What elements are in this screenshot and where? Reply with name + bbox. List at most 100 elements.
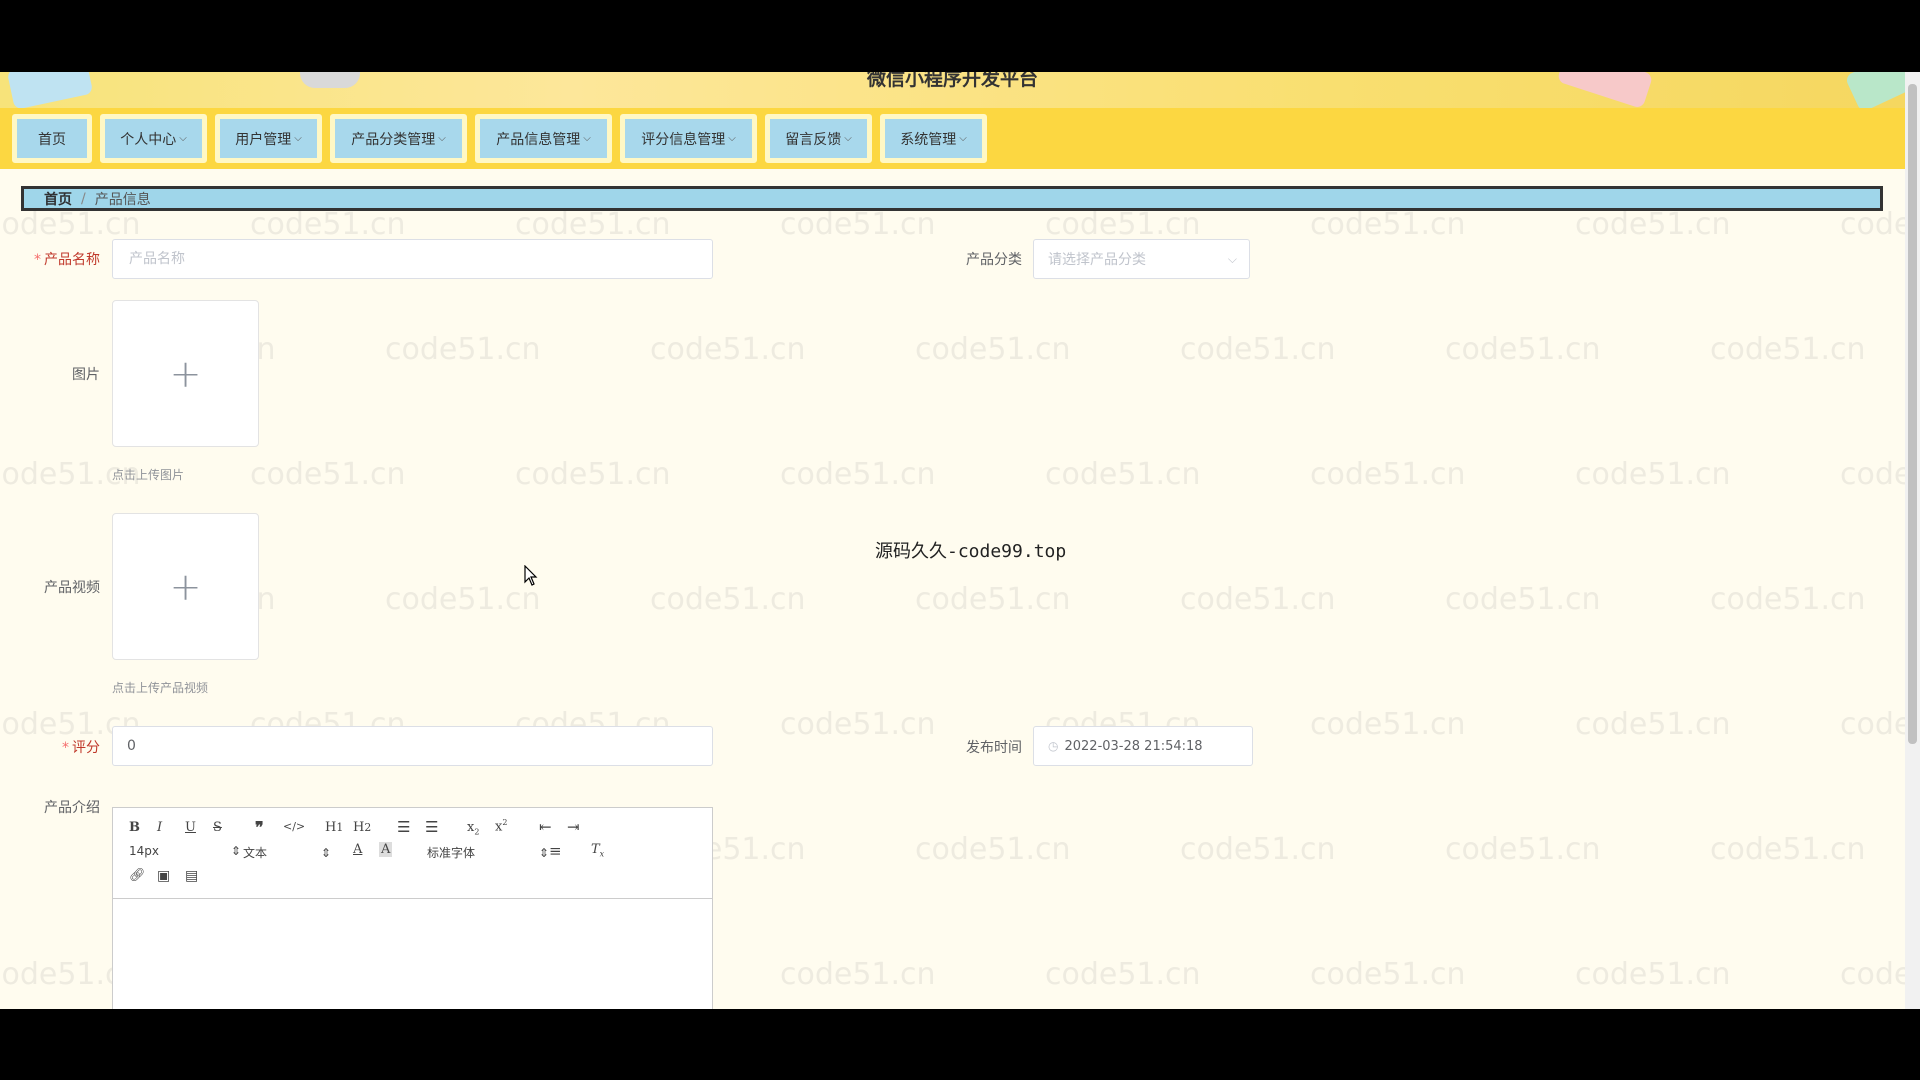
watermark-text: code51.cn xyxy=(250,457,406,492)
nav-item-feedback[interactable]: 留言反馈 ⌵ xyxy=(765,114,872,163)
indent-icon[interactable]: ⇥ xyxy=(567,818,580,836)
breadcrumb-current: 产品信息 xyxy=(94,191,151,208)
breadcrumb-home[interactable]: 首页 xyxy=(44,189,72,209)
clear-format-icon[interactable]: Tx xyxy=(591,842,604,859)
watermark-text: code51.cn xyxy=(1310,457,1466,492)
nav-label: 首页 xyxy=(38,131,66,148)
product-category-select[interactable]: 请选择产品分类 ⌵ xyxy=(1033,239,1250,279)
watermark-text: code51.cn xyxy=(1445,832,1601,867)
heading2-icon[interactable]: H2 xyxy=(353,820,371,835)
superscript-icon[interactable]: x2 xyxy=(495,818,507,834)
nav-item-personal-center[interactable]: 个人中心 ⌵ xyxy=(100,114,207,163)
required-mark: * xyxy=(62,740,69,756)
chevron-down-icon: ⌵ xyxy=(728,133,736,144)
heading1-icon[interactable]: H1 xyxy=(325,820,343,835)
font-family-select[interactable]: 标准字体 ⇕ xyxy=(427,844,549,861)
publish-time-picker[interactable]: ◷ 2022-03-28 21:54:18 xyxy=(1033,726,1253,766)
ordered-list-icon[interactable]: ☰ xyxy=(397,818,410,836)
text-style-value: 文本 xyxy=(243,846,268,860)
watermark-text: code51.cn xyxy=(915,332,1071,367)
product-name-field[interactable] xyxy=(112,239,713,279)
nav-label: 产品分类管理 xyxy=(351,131,436,148)
chevron-down-icon: ⌵ xyxy=(179,133,187,144)
watermark-text: code51.cn xyxy=(780,457,936,492)
watermark-text: code51.cn xyxy=(915,832,1071,867)
code-block-icon[interactable]: </> xyxy=(283,820,305,833)
nav-item-product-management[interactable]: 产品信息管理 ⌵ xyxy=(475,114,612,163)
watermark-text: code51.cn xyxy=(780,957,936,992)
watermark-text: code51.cn xyxy=(1575,457,1731,492)
font-family-value: 标准字体 xyxy=(427,846,476,860)
nav-item-rating-management[interactable]: 评分信息管理 ⌵ xyxy=(620,114,757,163)
nav-label: 个人中心 xyxy=(120,131,177,148)
breadcrumb-separator: / xyxy=(81,190,86,207)
watermark-text: code51.cn xyxy=(1575,707,1731,742)
rich-text-editor[interactable]: B I U S ❞ </> H1 H2 ☰ ☰ x2 x2 ⇤ ⇥ 14px ⇕… xyxy=(112,807,713,1009)
top-nav: 首页 个人中心 ⌵ 用户管理 ⌵ 产品分类管理 ⌵ 产品信息管理 ⌵ 评分信息管理 ⌵ 留… xyxy=(0,108,1905,169)
chevron-down-icon: ⌵ xyxy=(959,133,967,144)
watermark-text: code51.cn xyxy=(780,707,936,742)
video-uploader[interactable]: + xyxy=(112,513,259,660)
watermark-text: code51.cn xyxy=(1710,832,1866,867)
watermark-text: code51.cn xyxy=(1045,457,1201,492)
clock-icon: ◷ xyxy=(1048,739,1059,753)
watermark-text: code51.cn xyxy=(385,332,541,367)
chevron-down-icon: ⌵ xyxy=(583,133,591,144)
watermark-text: code51.cn xyxy=(915,582,1071,617)
italic-icon[interactable]: I xyxy=(157,820,162,835)
outdent-icon[interactable]: ⇤ xyxy=(539,818,552,836)
video-icon[interactable]: ▤ xyxy=(185,868,198,884)
link-icon[interactable]: 🔗︎ xyxy=(129,868,146,883)
plus-icon: + xyxy=(169,351,202,396)
text-style-select[interactable]: 文本 ⇕ xyxy=(243,844,331,861)
image-label: 图片 xyxy=(72,367,100,383)
product-name-input[interactable] xyxy=(127,250,712,268)
align-icon[interactable]: ≡ xyxy=(549,842,562,860)
nav-item-system-management[interactable]: 系统管理 ⌵ xyxy=(880,114,987,163)
font-size-select[interactable]: 14px ⇕ xyxy=(129,844,241,858)
plus-icon: + xyxy=(169,564,202,609)
watermark-text: code51.cn xyxy=(1310,207,1466,242)
watermark-text: code51.cn xyxy=(385,582,541,617)
image-uploader[interactable]: + xyxy=(112,300,259,447)
label-text: 产品名称 xyxy=(44,252,100,268)
rating-field[interactable]: 0 xyxy=(112,726,713,766)
rating-label: * 评分 xyxy=(0,737,100,757)
video-upload-hint: 点击上传产品视频 xyxy=(112,681,209,695)
chevron-down-icon: ⌵ xyxy=(294,133,302,144)
select-arrows-icon: ⇕ xyxy=(230,844,241,858)
nav-label: 用户管理 xyxy=(235,131,292,148)
image-icon[interactable]: ▣ xyxy=(157,868,170,884)
watermark-text: code51.cn xyxy=(780,207,936,242)
watermark-text: code51.cn xyxy=(650,582,806,617)
nav-item-home[interactable]: 首页 xyxy=(12,114,92,163)
watermark-text: code51.cn xyxy=(1575,207,1731,242)
underline-icon[interactable]: U xyxy=(185,820,196,835)
label-text: 评分 xyxy=(72,740,100,756)
scrollbar-thumb[interactable] xyxy=(1908,84,1917,744)
nav-item-user-management[interactable]: 用户管理 ⌵ xyxy=(215,114,322,163)
chevron-down-icon: ⌵ xyxy=(844,133,852,144)
video-label: 产品视频 xyxy=(44,580,100,596)
category-placeholder: 请选择产品分类 xyxy=(1048,252,1146,268)
nav-item-category-management[interactable]: 产品分类管理 ⌵ xyxy=(330,114,467,163)
bullet-list-icon[interactable]: ☰ xyxy=(425,818,438,836)
watermark-text: code51.cn xyxy=(1310,957,1466,992)
watermark-text: code51.cn xyxy=(1710,332,1866,367)
rating-value: 0 xyxy=(127,738,136,754)
background-color-icon[interactable]: A xyxy=(379,842,393,857)
font-size-value: 14px xyxy=(129,844,159,858)
vertical-scrollbar[interactable] xyxy=(1905,72,1920,1009)
font-color-icon[interactable]: A xyxy=(353,842,362,857)
strikethrough-icon[interactable]: S xyxy=(213,820,222,835)
breadcrumb: 首页 / 产品信息 xyxy=(21,186,1883,211)
product-name-label: * 产品名称 xyxy=(0,249,100,269)
select-arrows-icon: ⇕ xyxy=(320,846,331,860)
nav-label: 系统管理 xyxy=(900,131,957,148)
subscript-icon[interactable]: x2 xyxy=(467,820,479,837)
bold-icon[interactable]: B xyxy=(129,820,140,835)
editor-toolbar: B I U S ❞ </> H1 H2 ☰ ☰ x2 x2 ⇤ ⇥ 14px ⇕… xyxy=(113,808,712,899)
watermark-text: code51.cn xyxy=(1180,582,1336,617)
blockquote-icon[interactable]: ❞ xyxy=(255,818,264,837)
image-upload-hint: 点击上传图片 xyxy=(112,468,185,482)
